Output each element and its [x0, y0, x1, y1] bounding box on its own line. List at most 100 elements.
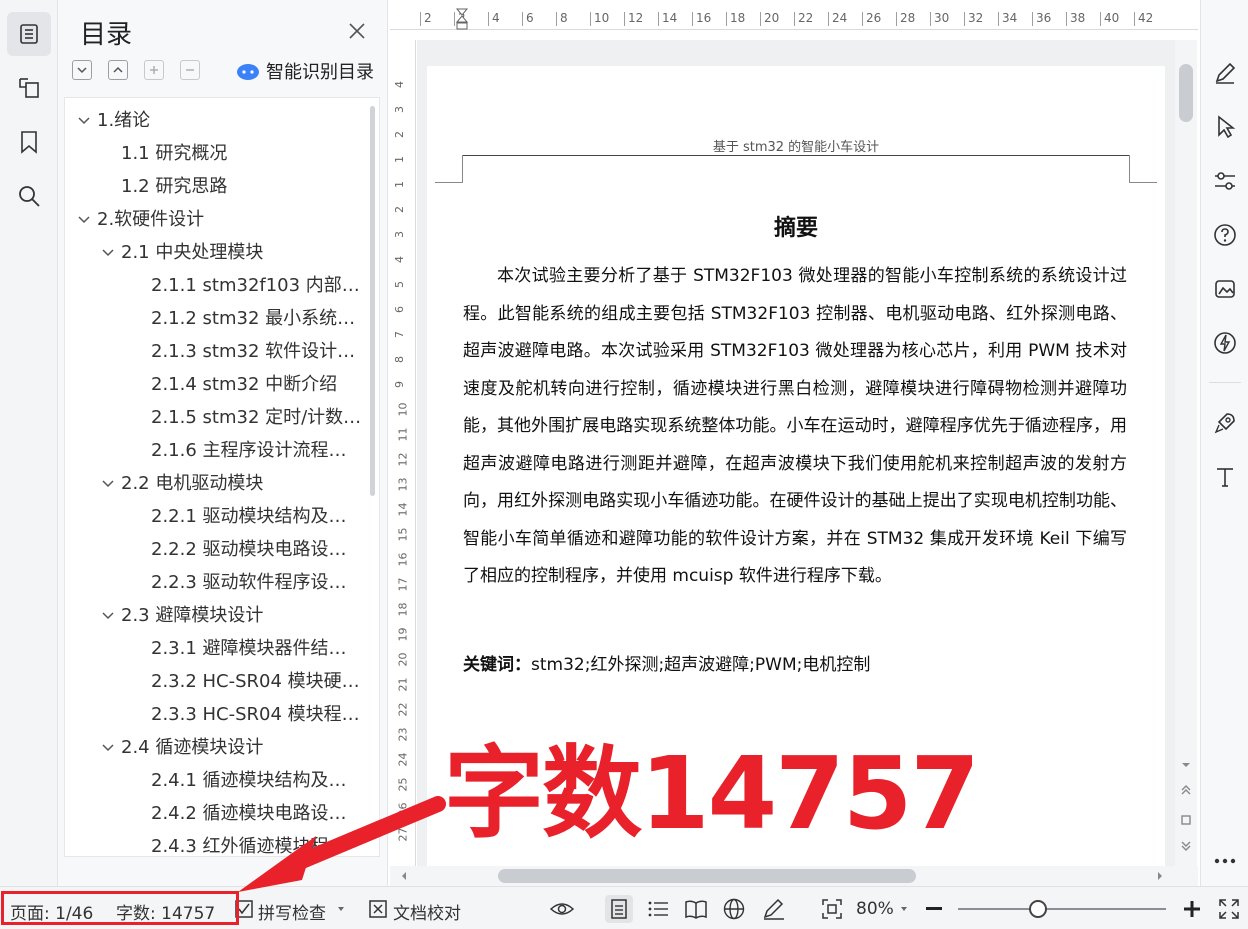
scroll-right-icon[interactable] [1156, 871, 1164, 881]
expand-down-icon[interactable] [72, 60, 92, 80]
smart-toc-button[interactable]: 智能识别目录 [236, 58, 374, 84]
toc-item[interactable]: 1.2 研究思路 [121, 174, 379, 200]
ruler-tick [828, 12, 829, 26]
scroll-left-icon[interactable] [400, 871, 408, 881]
ruler-number: 11 [396, 427, 410, 442]
spellcheck-label[interactable]: 拼写检查 [258, 899, 326, 924]
horizontal-scroll-thumb[interactable] [498, 869, 916, 883]
zoom-dropdown-icon[interactable] [900, 906, 908, 912]
toc-panel-icon[interactable] [7, 12, 51, 56]
toc-item[interactable]: 2.1.5 stm32 定时/计数… [151, 405, 365, 431]
ruler-number: 26 [396, 802, 410, 817]
toc-item[interactable]: 2.3.1 避障模块器件结… [151, 636, 365, 662]
vertical-scrollbar[interactable] [1175, 40, 1197, 866]
outline-icon[interactable] [7, 66, 51, 110]
page-select-icon[interactable] [1180, 814, 1192, 826]
horizontal-ruler[interactable]: 224681012141618202224262830323436384042 [390, 8, 1198, 30]
toc-item[interactable]: 1.1 研究概况 [121, 141, 379, 167]
ruler-number: 12 [396, 452, 410, 467]
write-mode-icon[interactable] [762, 897, 786, 921]
remove-level-icon[interactable] [180, 60, 200, 80]
toc-item[interactable]: 2.1 中央处理模块 [101, 240, 365, 266]
zoom-in-icon[interactable] [1180, 897, 1204, 921]
toc-item-label: 2.4 循迹模块设计 [121, 737, 264, 758]
vertical-scroll-thumb[interactable] [1179, 64, 1193, 122]
edit-pen-icon[interactable] [1212, 60, 1238, 86]
toc-item[interactable]: 2.2 电机驱动模块 [101, 471, 365, 497]
page-view-icon[interactable] [605, 895, 633, 923]
bookmark-icon[interactable] [7, 120, 51, 164]
toc-item[interactable]: 2.4.2 循迹模块电路设… [151, 801, 365, 827]
header-divider [463, 155, 1129, 156]
ruler-number: 34 [1002, 11, 1018, 25]
ruler-number: 2 [393, 131, 406, 138]
toc-item[interactable]: 2.2.1 驱动模块结构及… [151, 504, 365, 530]
image-tool-icon[interactable] [1212, 276, 1238, 302]
toc-item-label: 2.2 电机驱动模块 [121, 473, 264, 494]
ruler-number: 21 [396, 677, 410, 692]
ruler-number: 26 [866, 11, 882, 25]
abstract-body: 本次试验主要分析了基于 STM32F103 微处理器的智能小车控制系统的系统设计… [463, 266, 1127, 586]
cursor-select-icon[interactable] [1212, 114, 1238, 140]
chevron-down-icon[interactable] [77, 213, 91, 227]
chevron-down-icon[interactable] [77, 114, 91, 128]
toc-item[interactable]: 2.软硬件设计 [77, 207, 365, 233]
next-page-icon[interactable] [1180, 840, 1192, 852]
proofread-label[interactable]: 文档校对 [393, 899, 461, 924]
ruler-number: 16 [696, 11, 712, 25]
toc-item[interactable]: 2.1.1 stm32f103 内部… [151, 273, 365, 299]
search-icon[interactable] [7, 174, 51, 218]
prev-page-icon[interactable] [1180, 784, 1192, 796]
chevron-down-icon[interactable] [337, 906, 345, 912]
toc-item[interactable]: 2.3 避障模块设计 [101, 603, 365, 629]
toc-item[interactable]: 2.1.2 stm32 最小系统… [151, 306, 365, 332]
read-mode-icon[interactable] [684, 897, 708, 921]
add-level-icon[interactable] [144, 60, 164, 80]
ruler-tick [760, 12, 761, 26]
adjust-sliders-icon[interactable] [1212, 168, 1238, 194]
fit-page-icon[interactable] [820, 897, 844, 921]
collapse-up-icon[interactable] [108, 60, 128, 80]
rocket-icon[interactable] [1212, 410, 1238, 436]
fullscreen-icon[interactable] [1217, 897, 1241, 921]
text-tool-icon[interactable] [1212, 464, 1238, 490]
chevron-down-icon[interactable] [101, 477, 115, 491]
chevron-down-icon[interactable] [101, 246, 115, 260]
toc-item[interactable]: 2.3.2 HC-SR04 模块硬… [151, 669, 365, 695]
toc-item[interactable]: 2.4.3 红外循迹模块程… [151, 834, 365, 856]
indent-marker-icon[interactable] [455, 8, 469, 30]
scroll-down-icon[interactable] [1180, 760, 1192, 770]
toc-item[interactable]: 2.4 循迹模块设计 [101, 735, 365, 761]
toc-item[interactable]: 2.1.6 主程序设计流程… [151, 438, 365, 464]
toc-item[interactable]: 2.4.1 循迹模块结构及… [151, 768, 365, 794]
web-view-icon[interactable] [722, 897, 746, 921]
lightning-icon[interactable] [1212, 330, 1238, 356]
chevron-down-icon[interactable] [101, 609, 115, 623]
help-icon[interactable] [1212, 222, 1238, 248]
toc-item[interactable]: 2.3.3 HC-SR04 模块程… [151, 702, 365, 728]
more-icon[interactable] [1212, 848, 1238, 874]
zoom-level[interactable]: 80% [856, 899, 894, 919]
outline-view-icon[interactable] [646, 897, 670, 921]
toc-item[interactable]: 2.1.3 stm32 软件设计… [151, 339, 365, 365]
annotation-big-text: 字数14757 [444, 735, 980, 852]
toc-item[interactable]: 2.2.2 驱动模块电路设… [151, 537, 365, 563]
ruler-number: 5 [393, 281, 406, 288]
zoom-out-icon[interactable] [922, 897, 946, 921]
eye-protect-icon[interactable] [550, 897, 574, 921]
zoom-slider[interactable] [958, 908, 1166, 910]
toc-item-label: 2.2.1 驱动模块结构及… [151, 506, 347, 527]
toc-item[interactable]: 2.1.4 stm32 中断介绍 [151, 372, 365, 398]
zoom-slider-knob[interactable] [1029, 900, 1047, 918]
horizontal-scrollbar[interactable] [390, 866, 1198, 886]
toc-item[interactable]: 2.2.3 驱动软件程序设… [151, 570, 365, 596]
chevron-down-icon[interactable] [101, 741, 115, 755]
ruler-tick [896, 12, 897, 26]
ruler-number: 20 [764, 11, 780, 25]
proofread-icon[interactable] [366, 897, 390, 921]
ruler-number: 6 [526, 11, 534, 25]
toc-item-label: 2.1.5 stm32 定时/计数… [151, 407, 362, 428]
vertical-ruler[interactable]: 4 3 2 1 1 2 3 4 5 6 7 8 9 10 11 12 13 14 15 16 17 18 19 20 21 22 2… [390, 40, 416, 866]
toc-item[interactable]: 1.绪论 [77, 108, 365, 134]
close-icon[interactable] [346, 20, 368, 42]
